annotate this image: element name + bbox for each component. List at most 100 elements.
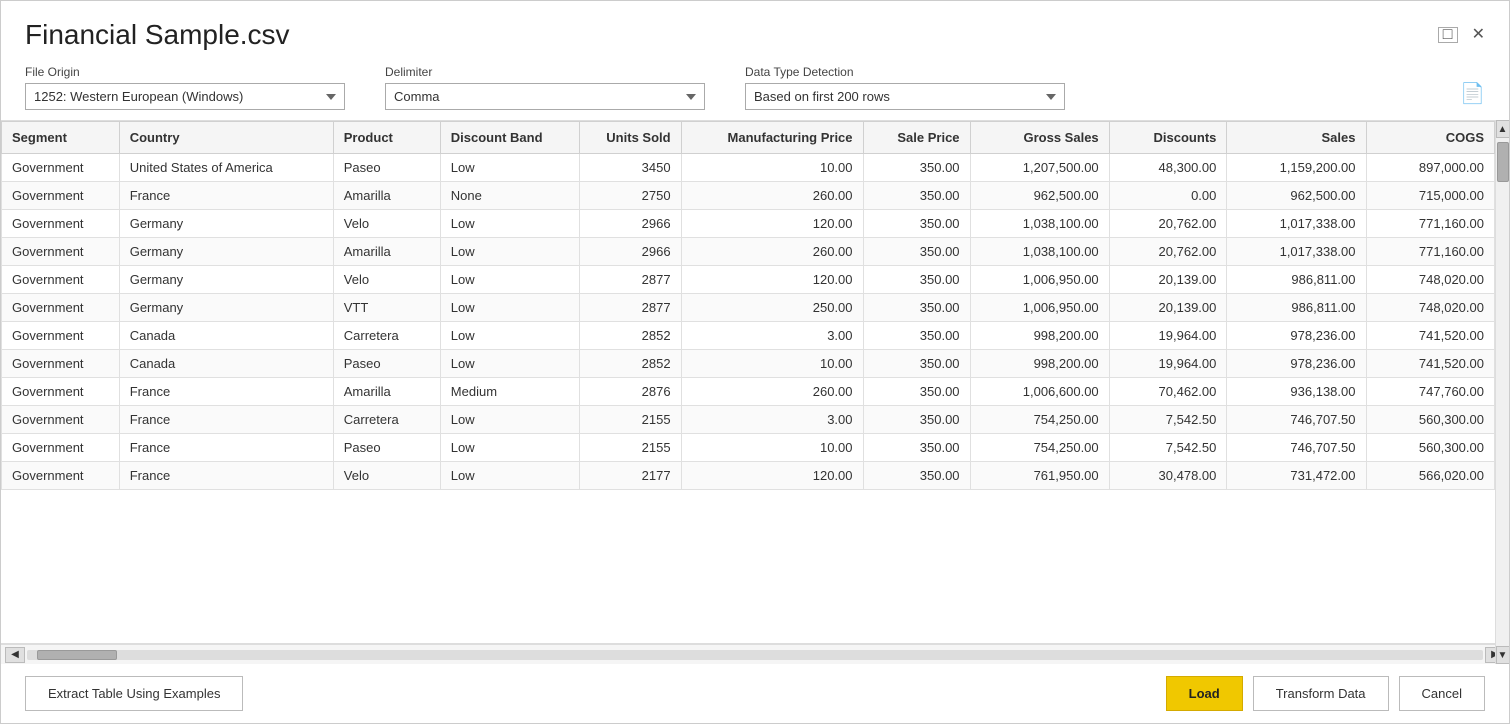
table-cell: Carretera	[333, 322, 440, 350]
table-cell: France	[119, 378, 333, 406]
delimiter-label: Delimiter	[385, 65, 705, 79]
table-cell: Velo	[333, 210, 440, 238]
table-cell: 731,472.00	[1227, 462, 1366, 490]
table-cell: 897,000.00	[1366, 154, 1495, 182]
scroll-left-btn[interactable]: ◀	[5, 647, 25, 663]
footer: Extract Table Using Examples Load Transf…	[1, 664, 1509, 723]
file-icon-area: 📄	[1460, 81, 1485, 110]
table-row: GovernmentGermanyVeloLow2966120.00350.00…	[2, 210, 1495, 238]
table-cell: Amarilla	[333, 182, 440, 210]
scroll-thumb[interactable]	[1497, 142, 1509, 182]
table-cell: 10.00	[681, 434, 863, 462]
scroll-up-btn[interactable]: ▲	[1496, 120, 1510, 138]
restore-icon[interactable]: □	[1438, 27, 1458, 43]
table-cell: Government	[2, 266, 120, 294]
table-cell: 2750	[579, 182, 681, 210]
vertical-scrollbar[interactable]: ▲ ▼	[1495, 120, 1509, 664]
table-cell: 2877	[579, 266, 681, 294]
load-button[interactable]: Load	[1166, 676, 1243, 711]
table-cell: Paseo	[333, 434, 440, 462]
table-cell: 350.00	[863, 182, 970, 210]
table-row: GovernmentGermanyVTTLow2877250.00350.001…	[2, 294, 1495, 322]
delimiter-group: Delimiter CommaTabSemicolonSpaceCustom	[385, 65, 705, 110]
table-cell: France	[119, 434, 333, 462]
horizontal-scrollbar[interactable]: ◀ ▶	[1, 644, 1509, 664]
table-cell: 260.00	[681, 378, 863, 406]
extract-table-button[interactable]: Extract Table Using Examples	[25, 676, 243, 711]
table-row: GovernmentFranceAmarillaMedium2876260.00…	[2, 378, 1495, 406]
table-cell: VTT	[333, 294, 440, 322]
table-cell: 0.00	[1109, 182, 1227, 210]
col-header-cogs: COGS	[1366, 122, 1495, 154]
table-cell: 936,138.00	[1227, 378, 1366, 406]
cancel-button[interactable]: Cancel	[1399, 676, 1485, 711]
table-cell: Government	[2, 154, 120, 182]
table-cell: Low	[440, 406, 579, 434]
table-cell: 1,038,100.00	[970, 210, 1109, 238]
table-cell: Germany	[119, 266, 333, 294]
title-bar: Financial Sample.csv □ ✕	[1, 1, 1509, 59]
horiz-thumb[interactable]	[37, 650, 117, 660]
scroll-down-btn[interactable]: ▼	[1496, 646, 1510, 664]
table-cell: 10.00	[681, 350, 863, 378]
table-cell: 350.00	[863, 210, 970, 238]
table-cell: 978,236.00	[1227, 350, 1366, 378]
file-export-icon[interactable]: 📄	[1460, 81, 1485, 106]
table-cell: Low	[440, 210, 579, 238]
table-cell: 70,462.00	[1109, 378, 1227, 406]
table-cell: Canada	[119, 350, 333, 378]
col-header-country: Country	[119, 122, 333, 154]
col-header-mfg-price: Manufacturing Price	[681, 122, 863, 154]
table-cell: 1,038,100.00	[970, 238, 1109, 266]
table-cell: 350.00	[863, 350, 970, 378]
table-cell: 2876	[579, 378, 681, 406]
table-container[interactable]: Segment Country Product Discount Band Un…	[1, 120, 1509, 644]
table-cell: Velo	[333, 462, 440, 490]
table-cell: Government	[2, 434, 120, 462]
table-cell: 48,300.00	[1109, 154, 1227, 182]
transform-data-button[interactable]: Transform Data	[1253, 676, 1389, 711]
data-type-select[interactable]: Based on first 200 rowsBased on entire d…	[745, 83, 1065, 110]
table-cell: 2966	[579, 210, 681, 238]
table-cell: Low	[440, 434, 579, 462]
table-cell: 748,020.00	[1366, 266, 1495, 294]
table-cell: 2155	[579, 406, 681, 434]
table-row: GovernmentGermanyVeloLow2877120.00350.00…	[2, 266, 1495, 294]
window-controls: □ ✕	[1438, 27, 1485, 43]
delimiter-select[interactable]: CommaTabSemicolonSpaceCustom	[385, 83, 705, 110]
table-cell: 998,200.00	[970, 322, 1109, 350]
table-cell: Government	[2, 294, 120, 322]
table-cell: Amarilla	[333, 238, 440, 266]
footer-right: Load Transform Data Cancel	[1166, 676, 1485, 711]
table-cell: Government	[2, 350, 120, 378]
close-icon[interactable]: ✕	[1472, 27, 1485, 43]
table-cell: 7,542.50	[1109, 406, 1227, 434]
table-cell: 566,020.00	[1366, 462, 1495, 490]
table-cell: 747,760.00	[1366, 378, 1495, 406]
table-cell: Paseo	[333, 154, 440, 182]
table-cell: Government	[2, 322, 120, 350]
table-cell: Government	[2, 210, 120, 238]
table-cell: 3.00	[681, 322, 863, 350]
table-cell: 120.00	[681, 462, 863, 490]
table-header-row: Segment Country Product Discount Band Un…	[2, 122, 1495, 154]
table-cell: 250.00	[681, 294, 863, 322]
table-cell: Government	[2, 378, 120, 406]
data-table: Segment Country Product Discount Band Un…	[1, 121, 1495, 490]
table-cell: 120.00	[681, 266, 863, 294]
table-row: GovernmentCanadaCarreteraLow28523.00350.…	[2, 322, 1495, 350]
table-body: GovernmentUnited States of AmericaPaseoL…	[2, 154, 1495, 490]
file-origin-select[interactable]: 1252: Western European (Windows)UTF-8UTF…	[25, 83, 345, 110]
table-cell: Germany	[119, 210, 333, 238]
table-cell: 350.00	[863, 266, 970, 294]
table-cell: 746,707.50	[1227, 406, 1366, 434]
table-cell: 260.00	[681, 182, 863, 210]
table-cell: 1,159,200.00	[1227, 154, 1366, 182]
table-cell: 3450	[579, 154, 681, 182]
table-cell: None	[440, 182, 579, 210]
table-cell: 10.00	[681, 154, 863, 182]
col-header-product: Product	[333, 122, 440, 154]
table-cell: 771,160.00	[1366, 238, 1495, 266]
file-origin-label: File Origin	[25, 65, 345, 79]
table-cell: 260.00	[681, 238, 863, 266]
